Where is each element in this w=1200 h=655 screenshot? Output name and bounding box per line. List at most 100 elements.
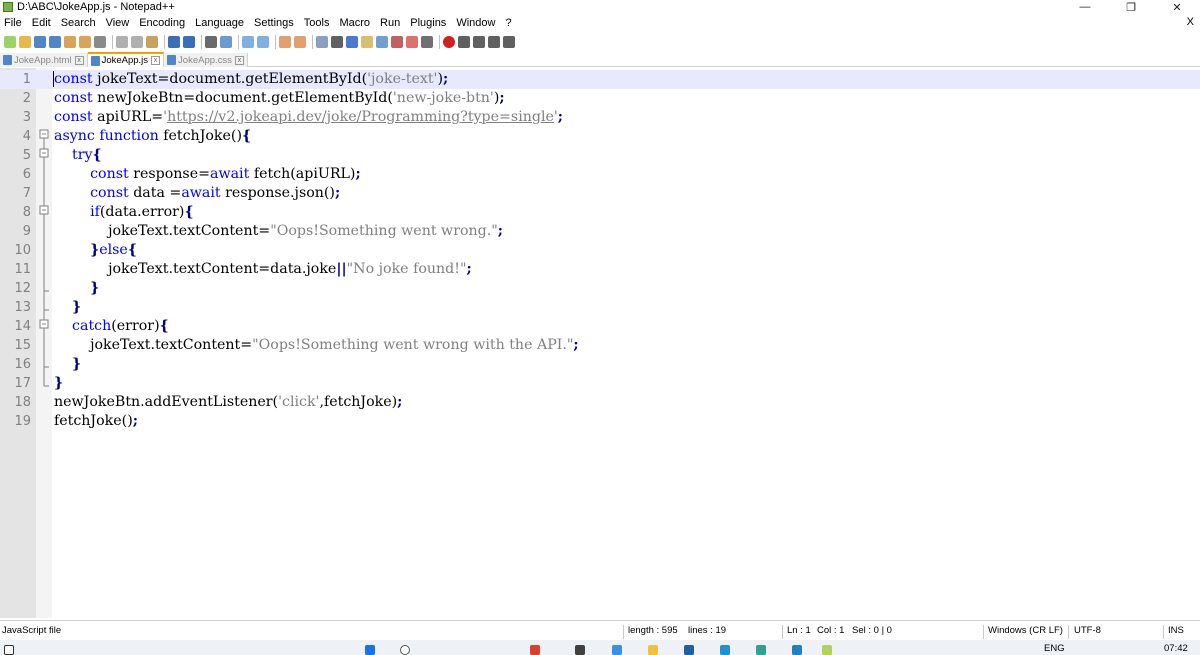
find-icon[interactable] [205,36,217,48]
line-number: 4 [22,129,31,144]
code-line: 1 const jokeText=document.getElementById… [0,70,1200,89]
udl-icon[interactable] [361,36,373,48]
code-line: 11 jokeText.textContent=data.joke||"No j… [0,260,1200,279]
new-file-icon[interactable] [4,36,16,48]
menu-language[interactable]: Language [190,16,249,30]
line-number: 14 [14,319,31,334]
function-list-icon[interactable] [391,36,403,48]
print-icon[interactable] [94,36,106,48]
save-macro-icon[interactable] [503,36,515,48]
code-text: jokeText.textContent="Oops!Something wen… [54,223,504,239]
menu-tools[interactable]: Tools [299,16,335,30]
code-line: 2 const newJokeBtn=document.getElementBy… [0,89,1200,108]
indent-guide-icon[interactable] [346,36,358,48]
cut-icon[interactable] [116,36,128,48]
tab-jokeapp-js[interactable]: JokeApp.js x [87,52,165,67]
browser-icon[interactable] [756,645,766,655]
replace-icon[interactable] [220,36,232,48]
minimize-button[interactable]: — [1062,0,1108,14]
redo-icon[interactable] [183,36,195,48]
monitoring-icon[interactable] [421,36,433,48]
menu-view[interactable]: View [101,16,135,30]
code-text: fetchJoke(); [54,413,138,429]
code-text: }else{ [90,242,137,258]
restore-button[interactable]: ❐ [1108,0,1154,14]
doc-map-icon[interactable] [376,36,388,48]
status-bar: JavaScript file length : 595 lines : 19 … [0,620,1200,639]
status-eol[interactable]: Windows (CR LF) [988,625,1063,636]
code-text: async function fetchJoke(){ [54,128,252,144]
paste-icon[interactable] [146,36,158,48]
notepadpp-taskbar-icon[interactable] [822,645,832,655]
file-explorer-icon[interactable] [648,645,658,655]
menu-window[interactable]: Window [451,16,500,30]
game-icon[interactable] [530,645,540,655]
word-wrap-icon[interactable] [316,36,328,48]
copilot-icon[interactable] [612,645,622,655]
run-macro-multiple-icon[interactable] [488,36,500,48]
zoom-out-icon[interactable] [257,36,269,48]
tab-jokeapp-html[interactable]: JokeApp.html x [0,53,88,67]
close-all-icon[interactable] [79,36,91,48]
code-text: } [54,375,64,391]
store-icon[interactable] [684,645,694,655]
code-text: const data =await response.json(); [90,185,341,201]
save-icon[interactable] [34,36,46,48]
sync-horizontal-icon[interactable] [294,36,306,48]
code-text: catch(error){ [72,318,169,334]
input-language[interactable]: ENG [1044,643,1065,654]
task-view-icon[interactable] [575,645,585,655]
save-all-icon[interactable] [49,36,61,48]
tab-close-icon[interactable]: x [151,56,161,65]
tab-close-icon[interactable]: x [74,55,84,65]
menu-file[interactable]: File [0,16,27,30]
stop-macro-icon[interactable] [458,36,470,48]
menu-search[interactable]: Search [56,16,101,30]
play-macro-icon[interactable] [473,36,485,48]
copy-icon[interactable] [131,36,143,48]
code-line: 4 async function fetchJoke(){ [0,127,1200,146]
code-line: 8 if(data.error){ [0,203,1200,222]
close-file-icon[interactable] [64,36,76,48]
tab-close-icon[interactable]: x [234,55,244,65]
menu-encoding[interactable]: Encoding [134,16,190,30]
status-selection: Sel : 0 | 0 [852,625,892,636]
tab-jokeapp-css[interactable]: JokeApp.css x [164,53,248,67]
file-icon [167,55,177,65]
sync-vertical-icon[interactable] [279,36,291,48]
start-icon[interactable] [365,645,375,655]
zoom-in-icon[interactable] [242,36,254,48]
clock-time[interactable]: 07:42 [1164,643,1188,654]
line-number: 5 [22,148,31,163]
status-encoding[interactable]: UTF-8 [1074,625,1101,636]
status-separator [623,625,624,639]
code-editor[interactable]: 1 const jokeText=document.getElementById… [0,68,1200,618]
menu-plugins[interactable]: Plugins [405,16,451,30]
code-line: 6 const response=await fetch(apiURL); [0,165,1200,184]
show-all-chars-icon[interactable] [331,36,343,48]
folder-workspace-icon[interactable] [406,36,418,48]
menu-help[interactable]: ? [500,16,516,30]
menu-edit[interactable]: Edit [27,16,56,30]
status-insert-mode[interactable]: INS [1168,625,1184,636]
close-button[interactable]: ✕ [1154,0,1200,14]
undo-icon[interactable] [168,36,180,48]
status-separator [1163,625,1164,639]
menu-run[interactable]: Run [375,16,405,30]
menu-macro[interactable]: Macro [334,16,375,30]
app-icon[interactable] [792,645,802,655]
code-line: 18 newJokeBtn.addEventListener('click',f… [0,393,1200,412]
edge-icon[interactable] [720,645,730,655]
record-macro-icon[interactable] [443,36,455,48]
code-text: const apiURL='https://v2.jokeapi.dev/jok… [54,109,564,125]
code-text: const newJokeBtn=document.getElementById… [54,90,505,106]
close-document-button[interactable]: X [1187,16,1194,28]
menu-settings[interactable]: Settings [249,16,299,30]
line-number: 9 [22,224,31,239]
tab-label: JokeApp.css [178,54,232,66]
open-file-icon[interactable] [19,36,31,48]
search-icon[interactable] [400,645,410,655]
line-number: 15 [14,338,31,353]
widgets-icon[interactable] [4,645,14,655]
code-text: jokeText.textContent=data.joke||"No joke… [54,261,472,277]
